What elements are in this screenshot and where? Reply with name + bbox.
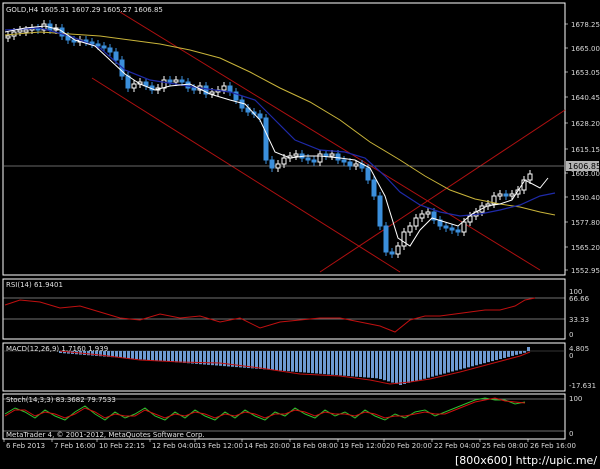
candle [389,248,395,258]
macd-tick-zero: 0 [569,352,573,360]
candle [407,222,413,236]
rsi-header: RSI(14) 61.9401 [6,281,63,289]
price-axis[interactable]: 1678.25 1665.00 1653.05 1640.45 1628.20 1615.… [565,21,600,275]
macd-histogram [59,347,530,385]
time-tick-label: 6 Feb 2013 [6,442,45,450]
copyright-text: MetaTrader 4, © 2001-2012, MetaQuotes So… [6,431,205,439]
candle [269,156,275,172]
candle [275,160,281,172]
candle [131,80,137,92]
price-tick-label: 1552.95 [571,267,600,275]
watermark-text: [800x600] http://upic.me/ [455,454,597,467]
candle [437,216,443,230]
candle [89,38,95,48]
time-tick-label: 19 Feb 12:00 [340,442,386,450]
channel-rising-line [319,109,566,273]
rsi-panel[interactable] [2,278,566,340]
price-tick-label: 1603.00 [571,170,600,178]
time-tick-label: 20 Feb 20:00 [386,442,432,450]
candle [497,190,503,200]
candle [293,150,299,160]
price-tick-label: 1590.40 [571,194,600,202]
channel-upper-line [119,11,541,271]
candle [455,226,461,236]
time-tick-label: 18 Feb 08:00 [292,442,338,450]
candle [263,114,269,164]
current-price-label: 1606.85 [568,162,600,171]
candle [5,32,11,42]
macd-header: MACD(12,26,9) 1.7160 1.939 [6,345,108,353]
candle [323,150,329,160]
candle [161,76,167,92]
candle [17,26,23,36]
rsi-tick-33: 33.33 [569,316,589,324]
candle [221,82,227,94]
metatrader-chart[interactable]: GOLD,H4 1605.31 1607.29 1605.27 1606.85 … [0,0,600,469]
time-tick-label: 22 Feb 04:00 [434,442,480,450]
candle [227,82,233,96]
channel-lower-line [91,77,401,273]
price-tick-label: 1577.80 [571,219,600,227]
ma-mid-line [4,27,556,217]
candle [503,190,509,200]
rsi-line [4,297,536,333]
candle [401,228,407,250]
candle [449,224,455,234]
trend-channel[interactable] [91,11,566,273]
ma-slow-line [4,31,556,216]
price-tick-label: 1653.05 [571,69,600,77]
rsi-tick-0: 0 [569,331,573,339]
candle [371,176,377,200]
candle [83,36,89,46]
candle [521,176,527,194]
price-tick-label: 1665.00 [571,45,600,53]
time-tick-label: 14 Feb 20:00 [244,442,290,450]
candle [443,222,449,232]
candle [185,78,191,92]
price-tick-label: 1640.45 [571,94,600,102]
time-tick-label: 26 Feb 16:00 [530,442,576,450]
time-tick-label: 7 Feb 16:00 [54,442,95,450]
candle [311,156,317,166]
time-tick-label: 13 Feb 12:00 [197,442,243,450]
stoch-header: Stoch(14,3,3) 83.3682 79.7533 [6,396,116,404]
ma-fast-line [4,25,549,247]
time-tick-label: 25 Feb 08:00 [482,442,528,450]
price-tick-label: 1678.25 [571,21,600,29]
candle [317,150,323,166]
time-tick-label: 12 Feb 04:00 [152,442,198,450]
candle [383,222,389,256]
macd-tick-bottom: -17.631 [569,382,596,390]
stoch-tick-0: 0 [569,430,573,438]
candle [143,78,149,90]
price-tick-label: 1615.15 [571,146,600,154]
candle [395,242,401,258]
candle [413,214,419,230]
time-axis[interactable]: 6 Feb 2013 7 Feb 16:00 10 Feb 22:15 12 Feb … [3,439,576,450]
price-tick-label: 1628.20 [571,120,600,128]
candle [377,192,383,230]
candle [341,156,347,166]
candle [107,44,113,56]
candle [425,208,431,218]
rsi-tick-66: 66.66 [569,295,590,303]
stoch-tick-100: 100 [569,395,582,403]
candle [167,76,173,86]
time-tick-label: 10 Feb 22:15 [99,442,145,450]
candle [203,82,209,98]
candle [419,210,425,222]
price-tick-label: 1565.20 [571,244,600,252]
current-price-tag: 1606.85 [566,161,600,171]
main-header: GOLD,H4 1605.31 1607.29 1605.27 1606.85 [6,6,163,14]
